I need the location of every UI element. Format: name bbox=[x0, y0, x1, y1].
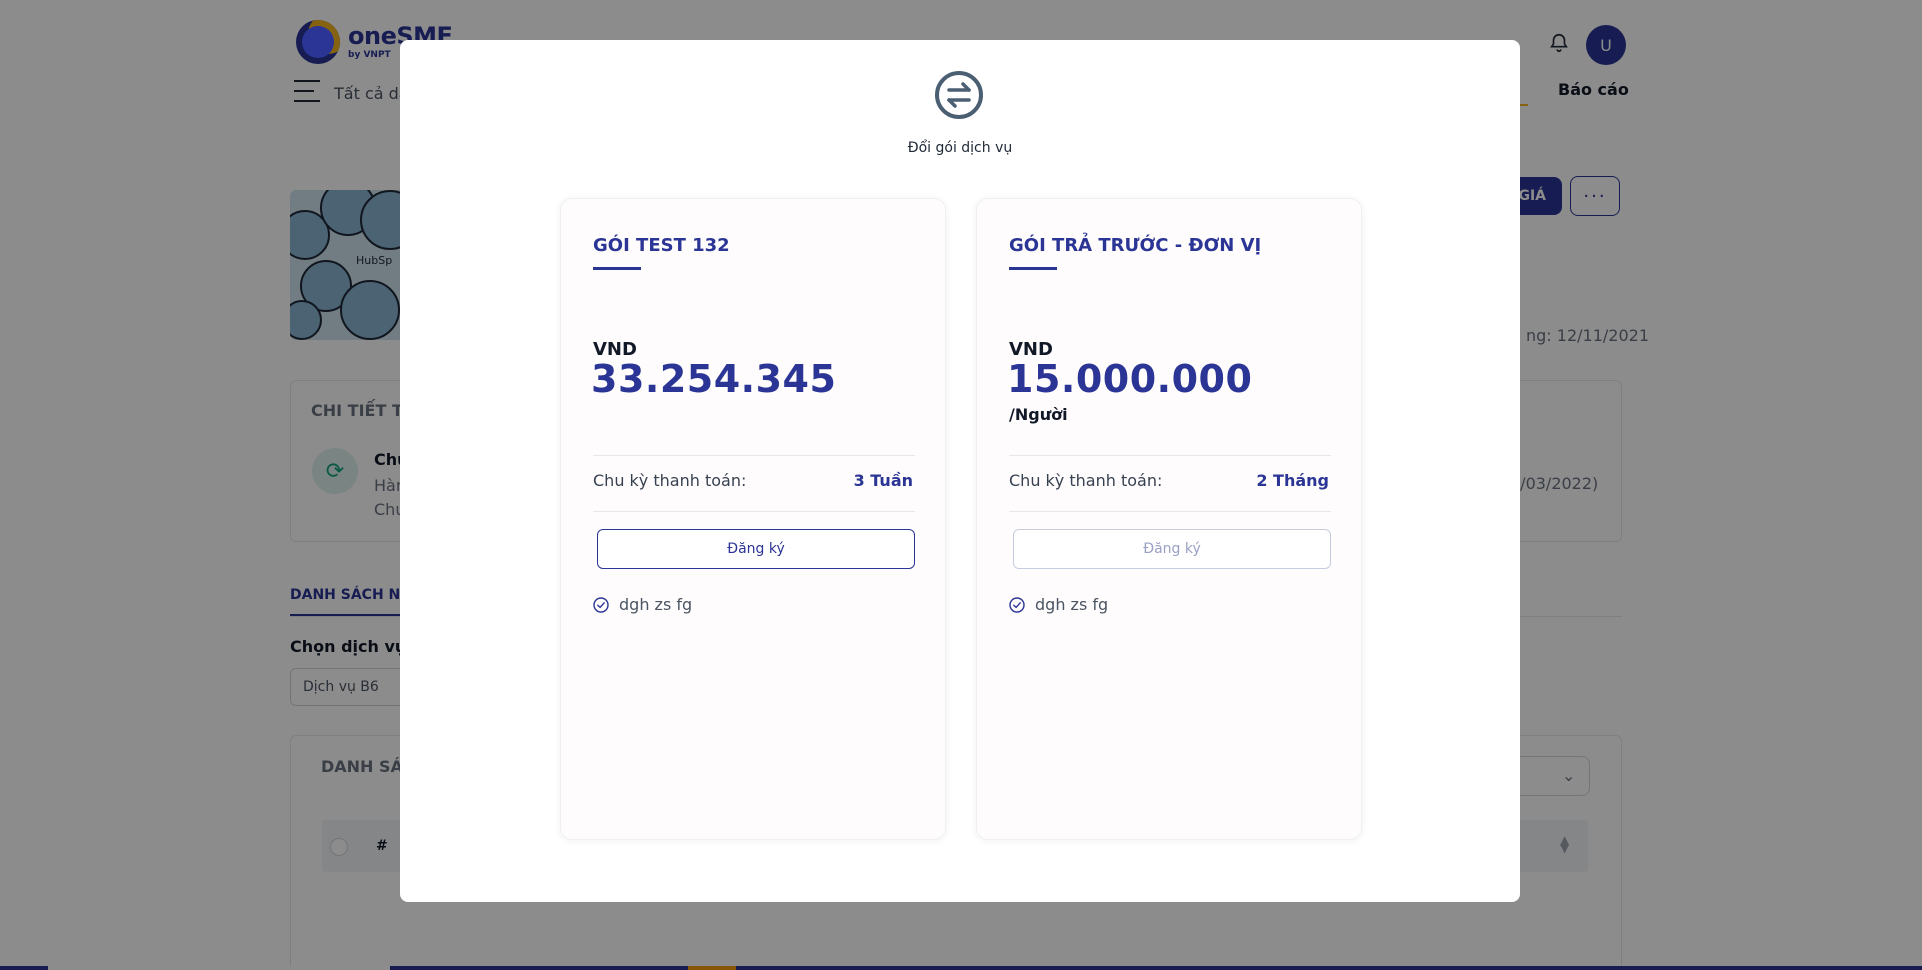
plan-unit: /Người bbox=[1009, 405, 1068, 424]
plan-name-underline bbox=[1009, 267, 1057, 270]
plan-feature: dgh zs fg bbox=[593, 595, 692, 614]
plan-feature-text: dgh zs fg bbox=[619, 595, 693, 614]
divider bbox=[1009, 455, 1331, 456]
plan-card: GÓI TRẢ TRƯỚC - ĐƠN VỊ VND 15.000.000 /N… bbox=[976, 198, 1362, 840]
register-button[interactable]: Đăng ký bbox=[597, 529, 915, 569]
check-circle-icon bbox=[593, 596, 609, 613]
plan-name: GÓI TEST 132 bbox=[593, 235, 730, 256]
plan-name: GÓI TRẢ TRƯỚC - ĐƠN VỊ bbox=[1009, 235, 1262, 256]
change-plan-modal: Đổi gói dịch vụ GÓI TEST 132 VND 33.254.… bbox=[400, 40, 1520, 902]
check-circle-icon bbox=[1009, 596, 1025, 613]
billing-cycle-label: Chu kỳ thanh toán: bbox=[593, 471, 747, 490]
swap-icon bbox=[935, 71, 983, 119]
plan-feature: dgh zs fg bbox=[1009, 595, 1108, 614]
billing-cycle-value: 2 Tháng bbox=[1256, 471, 1329, 490]
modal-title: Đổi gói dịch vụ bbox=[907, 140, 1013, 156]
divider bbox=[593, 511, 915, 512]
plan-price: 15.000.000 bbox=[1007, 357, 1253, 401]
billing-cycle-label: Chu kỳ thanh toán: bbox=[1009, 471, 1163, 490]
divider bbox=[593, 455, 915, 456]
billing-cycle-value: 3 Tuần bbox=[853, 471, 913, 490]
plan-price: 33.254.345 bbox=[591, 357, 837, 401]
plan-feature-text: dgh zs fg bbox=[1035, 595, 1109, 614]
plan-card: GÓI TEST 132 VND 33.254.345 Chu kỳ thanh… bbox=[560, 198, 946, 840]
plan-name-underline bbox=[593, 267, 641, 270]
register-button[interactable]: Đăng ký bbox=[1013, 529, 1331, 569]
divider bbox=[1009, 511, 1331, 512]
